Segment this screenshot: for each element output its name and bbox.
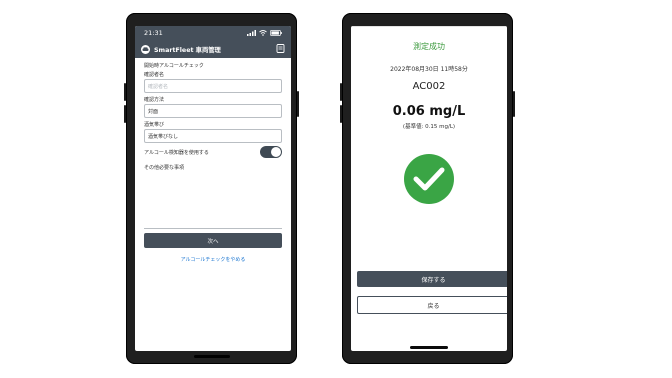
app-header: SmartFleet 車両管理: [135, 40, 291, 58]
wifi-icon: [259, 30, 267, 36]
section-title: 開始時アルコールチェック: [144, 63, 204, 69]
volume-button: [340, 105, 342, 123]
battery-icon: [270, 30, 282, 36]
checker-label: 確認者名: [144, 72, 165, 78]
checkmark-icon: [404, 154, 454, 204]
device-code: AC002: [412, 81, 446, 92]
left-phone: 21:31 SmartFleet 車両管理 開始時アルコールチェック 確認者名 …: [124, 13, 299, 364]
cancel-check-link[interactable]: アルコールチェックをやめる: [144, 256, 282, 263]
home-indicator: [194, 355, 230, 358]
left-screen: 21:31 SmartFleet 車両管理 開始時アルコールチェック 確認者名 …: [135, 26, 291, 351]
right-phone: 測定成功 2022年08月30日 11時58分 AC002 0.06 mg/L …: [340, 13, 515, 364]
next-button[interactable]: 次へ: [144, 233, 282, 248]
volume-button: [124, 83, 126, 101]
volume-button: [340, 83, 342, 101]
power-button: [513, 91, 515, 117]
status-time: 21:31: [144, 29, 163, 37]
checker-name-input[interactable]: 確認者名: [144, 79, 282, 93]
breath-select[interactable]: 酒気帯びなし: [144, 129, 282, 143]
car-logo-icon: [141, 44, 150, 54]
status-bar: 21:31: [135, 26, 291, 40]
breath-label: 酒気帯び: [144, 122, 165, 128]
signal-icon: [247, 30, 256, 36]
measurement-result: 測定成功 2022年08月30日 11時58分 AC002 0.06 mg/L …: [351, 41, 507, 204]
notes-input[interactable]: [144, 172, 282, 229]
save-button[interactable]: 保存する: [357, 271, 507, 287]
detector-row: アルコール検知器を使用する: [144, 146, 282, 158]
home-indicator: [410, 346, 448, 349]
method-select[interactable]: 対面: [144, 104, 282, 118]
status-icons: [247, 30, 282, 36]
divider: [351, 26, 507, 27]
detector-toggle[interactable]: [260, 146, 282, 158]
document-icon[interactable]: [276, 43, 285, 55]
right-screen: 測定成功 2022年08月30日 11時58分 AC002 0.06 mg/L …: [351, 26, 507, 351]
alcohol-check-form: 開始時アルコールチェック 確認者名 確認者名 確認方法 対面 酒気帯び 酒気帯び…: [135, 58, 291, 267]
reference-value: (基準値: 0.15 mg/L): [402, 124, 456, 130]
notes-label: その他必要な事項: [144, 165, 185, 171]
alcohol-value: 0.06 mg/L: [392, 104, 466, 119]
measurement-datetime: 2022年08月30日 11時58分: [390, 66, 468, 73]
detector-label: アルコール検知器を使用する: [144, 149, 209, 156]
method-label: 確認方法: [144, 97, 165, 103]
back-button[interactable]: 戻る: [357, 296, 507, 314]
power-button: [297, 91, 299, 117]
success-title: 測定成功: [413, 42, 445, 51]
app-title: SmartFleet 車両管理: [154, 46, 221, 54]
volume-button: [124, 105, 126, 123]
